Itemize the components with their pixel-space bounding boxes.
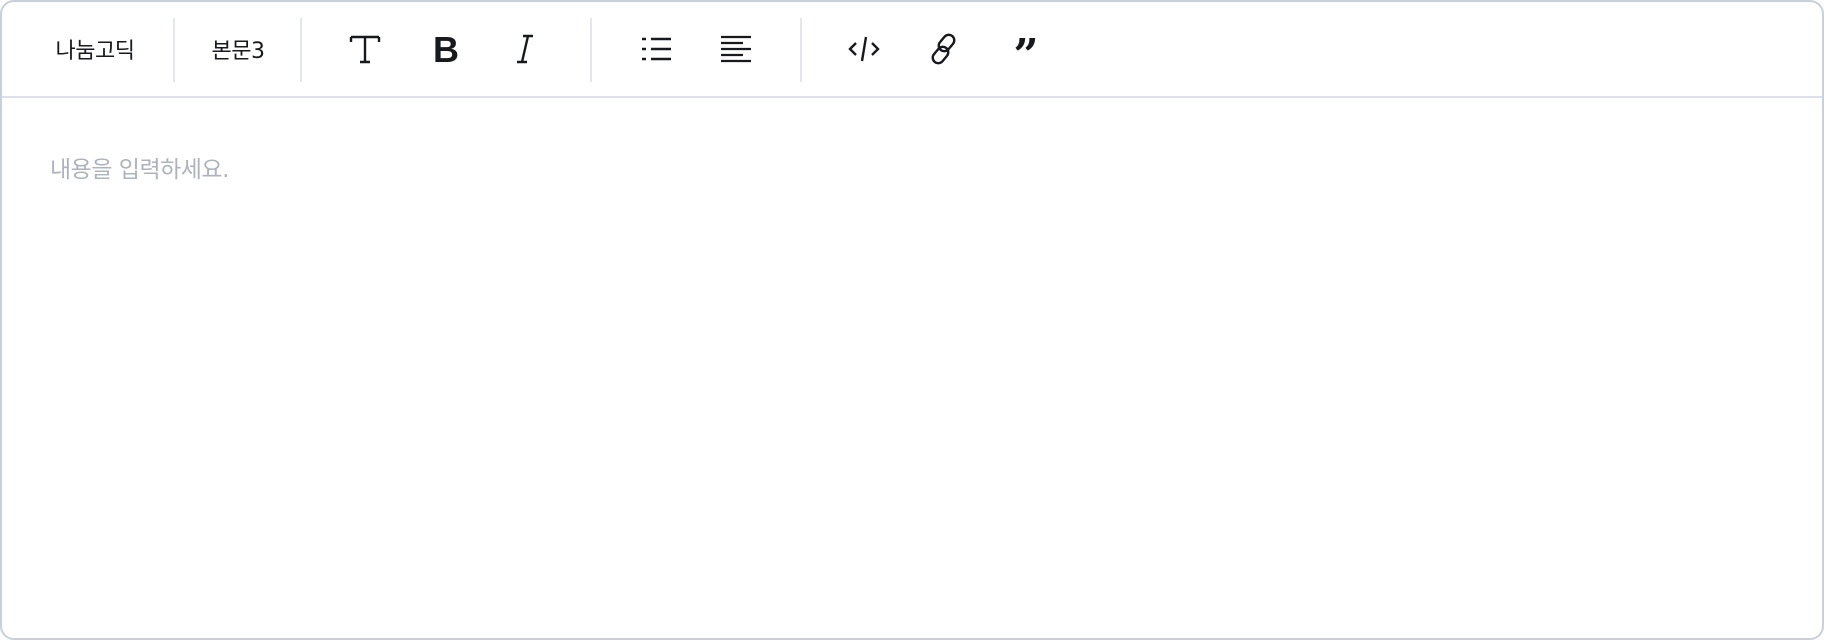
toolbar-divider: [300, 18, 302, 82]
svg-text:B: B: [433, 32, 459, 66]
text-style-select[interactable]: 본문3: [192, 2, 284, 96]
align-button[interactable]: [714, 2, 758, 96]
toolbar-divider: [590, 18, 592, 82]
code-icon: [848, 36, 880, 62]
bold-icon: B: [433, 32, 459, 66]
toolbar-divider: [800, 18, 802, 82]
font-family-select[interactable]: 나눔고딕: [32, 2, 158, 96]
link-icon: [931, 33, 956, 65]
svg-text:”: ”: [1013, 32, 1038, 66]
text-size-button[interactable]: [343, 2, 387, 96]
editor-toolbar: 나눔고딕 본문3 B ”: [2, 2, 1822, 98]
code-button[interactable]: [842, 2, 886, 96]
bullet-list-button[interactable]: [635, 2, 679, 96]
link-button[interactable]: [922, 2, 966, 96]
quote-icon: ”: [1013, 32, 1038, 66]
quote-button[interactable]: ”: [1004, 2, 1048, 96]
toolbar-divider: [173, 18, 175, 82]
align-left-icon: [721, 35, 751, 63]
rich-text-editor: 나눔고딕 본문3 B ” 내용을 입력하세요.: [0, 0, 1824, 640]
italic-icon: [517, 34, 533, 64]
italic-button[interactable]: [503, 2, 547, 96]
bold-button[interactable]: B: [424, 2, 468, 96]
text-size-icon: [349, 35, 381, 64]
bullet-list-icon: [642, 37, 671, 61]
editor-content-placeholder[interactable]: 내용을 입력하세요.: [50, 150, 229, 184]
